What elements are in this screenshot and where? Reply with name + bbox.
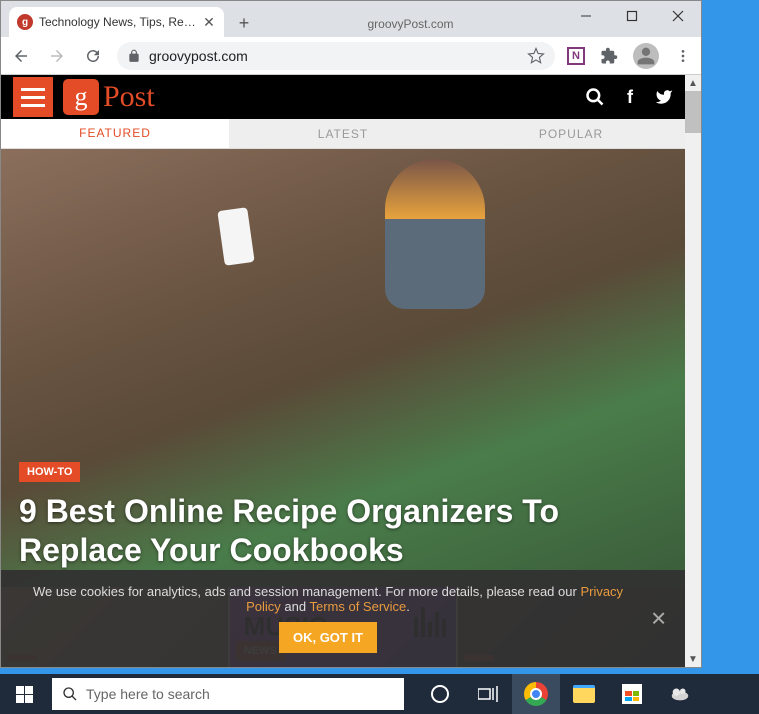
cookie-consent-banner: We use cookies for analytics, ads and se… (1, 570, 685, 667)
search-icon[interactable] (585, 87, 605, 107)
logo-icon: g (63, 79, 99, 115)
reload-button[interactable] (81, 44, 105, 68)
address-bar: groovypost.com N (1, 37, 701, 75)
cookie-accept-button[interactable]: OK, GOT IT (279, 622, 377, 653)
taskbar-app-icon[interactable] (656, 674, 704, 714)
site-header: g Post f (1, 75, 685, 119)
lock-icon (127, 49, 141, 63)
taskbar-microsoft-store-icon[interactable] (608, 674, 656, 714)
maximize-button[interactable] (609, 1, 655, 31)
tab-title: Technology News, Tips, Reviews, (39, 15, 196, 29)
category-tabs: FEATURED LATEST POPULAR (1, 119, 685, 149)
logo-text: Post (103, 80, 155, 114)
favicon: g (17, 14, 33, 30)
window-controls (563, 1, 701, 31)
taskbar-file-explorer-icon[interactable] (560, 674, 608, 714)
cortana-button[interactable] (416, 674, 464, 714)
toolbar-icons: N (567, 43, 693, 69)
chrome-browser-window: g Technology News, Tips, Reviews, ✕ + gr… (0, 0, 702, 668)
url-text: groovypost.com (149, 48, 519, 64)
tab-close-button[interactable]: ✕ (202, 15, 216, 29)
site-logo[interactable]: g Post (63, 79, 155, 115)
tab-latest[interactable]: LATEST (229, 119, 457, 148)
hero-article[interactable]: HOW-TO 9 Best Online Recipe Organizers T… (1, 149, 685, 587)
windows-taskbar: Type here to search (0, 674, 759, 714)
scrollbar-track[interactable] (685, 75, 701, 667)
twitter-icon[interactable] (655, 88, 673, 106)
scroll-down-button[interactable]: ▼ (685, 651, 701, 667)
task-view-button[interactable] (464, 674, 512, 714)
taskbar-chrome-icon[interactable] (512, 674, 560, 714)
forward-button[interactable] (45, 44, 69, 68)
browser-tab[interactable]: g Technology News, Tips, Reviews, ✕ (9, 7, 224, 37)
page-viewport: g Post f FEATURED LATEST POPULAR HOW-TO (1, 75, 701, 667)
terms-of-service-link[interactable]: Terms of Service (309, 599, 406, 614)
onenote-extension-icon[interactable]: N (567, 47, 585, 65)
cookie-text: We use cookies for analytics, ads and se… (33, 584, 623, 614)
cookie-close-button[interactable]: ✕ (650, 606, 667, 631)
hero-title: 9 Best Online Recipe Organizers To Repla… (19, 492, 667, 569)
scrollbar-thumb[interactable] (685, 91, 701, 133)
site-menu-button[interactable] (13, 77, 53, 117)
tab-popular[interactable]: POPULAR (457, 119, 685, 148)
profile-avatar-button[interactable] (633, 43, 659, 69)
search-icon (62, 686, 78, 702)
search-placeholder: Type here to search (86, 686, 210, 702)
url-omnibox[interactable]: groovypost.com (117, 42, 555, 70)
star-bookmark-icon[interactable] (527, 47, 545, 65)
back-button[interactable] (9, 44, 33, 68)
chrome-menu-button[interactable] (673, 46, 693, 66)
facebook-icon[interactable]: f (627, 87, 633, 108)
scroll-up-button[interactable]: ▲ (685, 75, 701, 91)
tab-featured[interactable]: FEATURED (1, 119, 229, 148)
new-tab-button[interactable]: + (230, 9, 258, 37)
extensions-icon[interactable] (599, 46, 619, 66)
start-button[interactable] (0, 674, 48, 714)
close-window-button[interactable] (655, 1, 701, 31)
category-badge: HOW-TO (19, 462, 80, 482)
minimize-button[interactable] (563, 1, 609, 31)
chrome-titlebar: g Technology News, Tips, Reviews, ✕ + gr… (1, 1, 701, 37)
taskbar-icons (416, 674, 704, 714)
window-title-hint: groovyPost.com (258, 17, 563, 37)
site-header-icons: f (585, 87, 673, 108)
taskbar-search-box[interactable]: Type here to search (52, 678, 404, 710)
